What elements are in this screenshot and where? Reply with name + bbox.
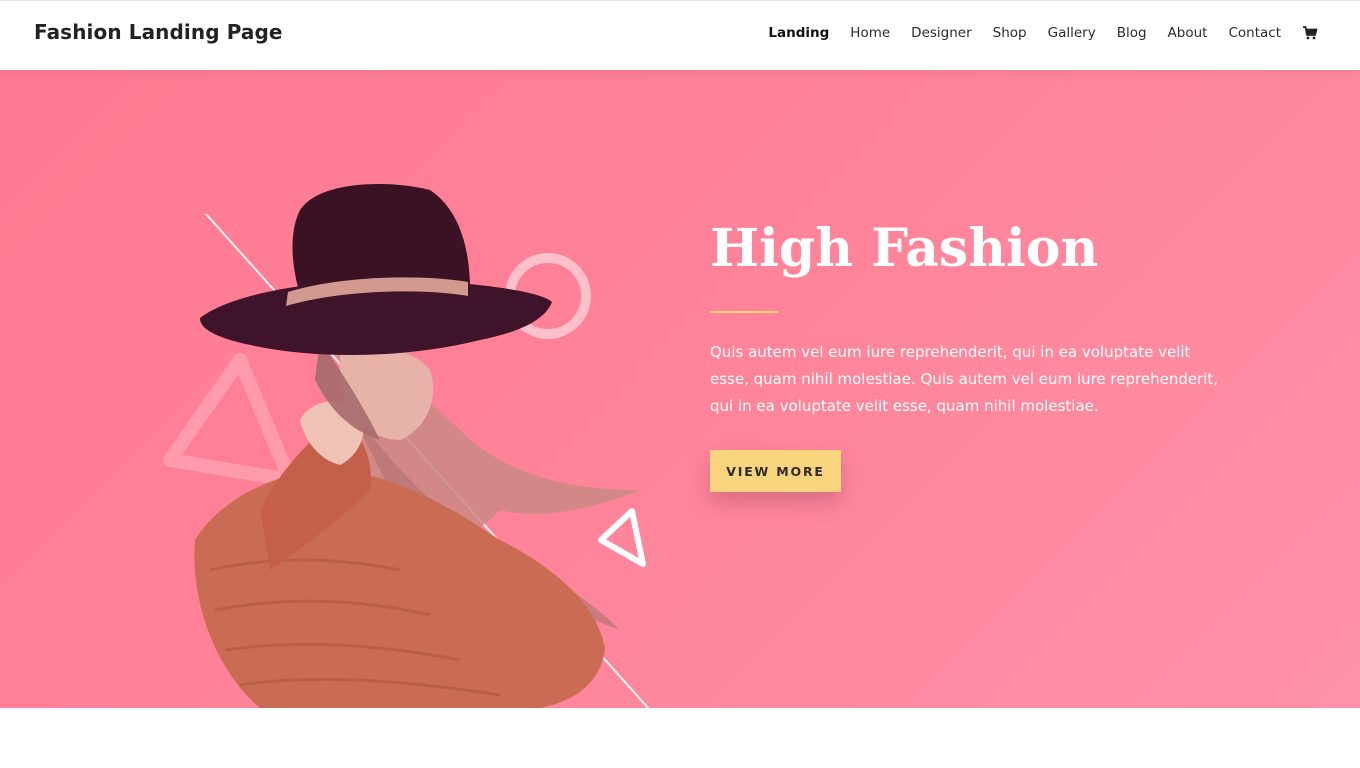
shopping-cart-icon[interactable] — [1302, 25, 1318, 41]
hero-divider — [710, 311, 778, 314]
nav-item-designer[interactable]: Designer — [911, 25, 971, 41]
triangle-outline — [163, 353, 297, 487]
small-triangle-outline — [598, 508, 646, 567]
nav-item-home[interactable]: Home — [850, 25, 890, 41]
nav-item-blog[interactable]: Blog — [1117, 25, 1147, 41]
hero-section: High Fashion Quis autem vel eum iure rep… — [0, 70, 1360, 708]
hero-body-text: Quis autem vel eum iure reprehenderit, q… — [710, 343, 1219, 416]
nav-item-landing[interactable]: Landing — [768, 25, 829, 41]
nav-item-about[interactable]: About — [1168, 25, 1208, 41]
nav-item-gallery[interactable]: Gallery — [1048, 25, 1096, 41]
main-nav: Landing Home Designer Shop Gallery Blog … — [768, 25, 1318, 41]
view-more-button[interactable]: View More — [710, 450, 841, 493]
nav-item-contact[interactable]: Contact — [1228, 25, 1281, 41]
page-body-below-hero — [0, 708, 1360, 768]
hero-image — [163, 184, 650, 708]
hero-content: High Fashion Quis autem vel eum iure rep… — [710, 218, 1230, 493]
site-title[interactable]: Fashion Landing Page — [34, 20, 283, 44]
nav-item-shop[interactable]: Shop — [993, 25, 1027, 41]
hero-title: High Fashion — [710, 218, 1099, 279]
site-header: Fashion Landing Page Landing Home Design… — [0, 0, 1360, 70]
